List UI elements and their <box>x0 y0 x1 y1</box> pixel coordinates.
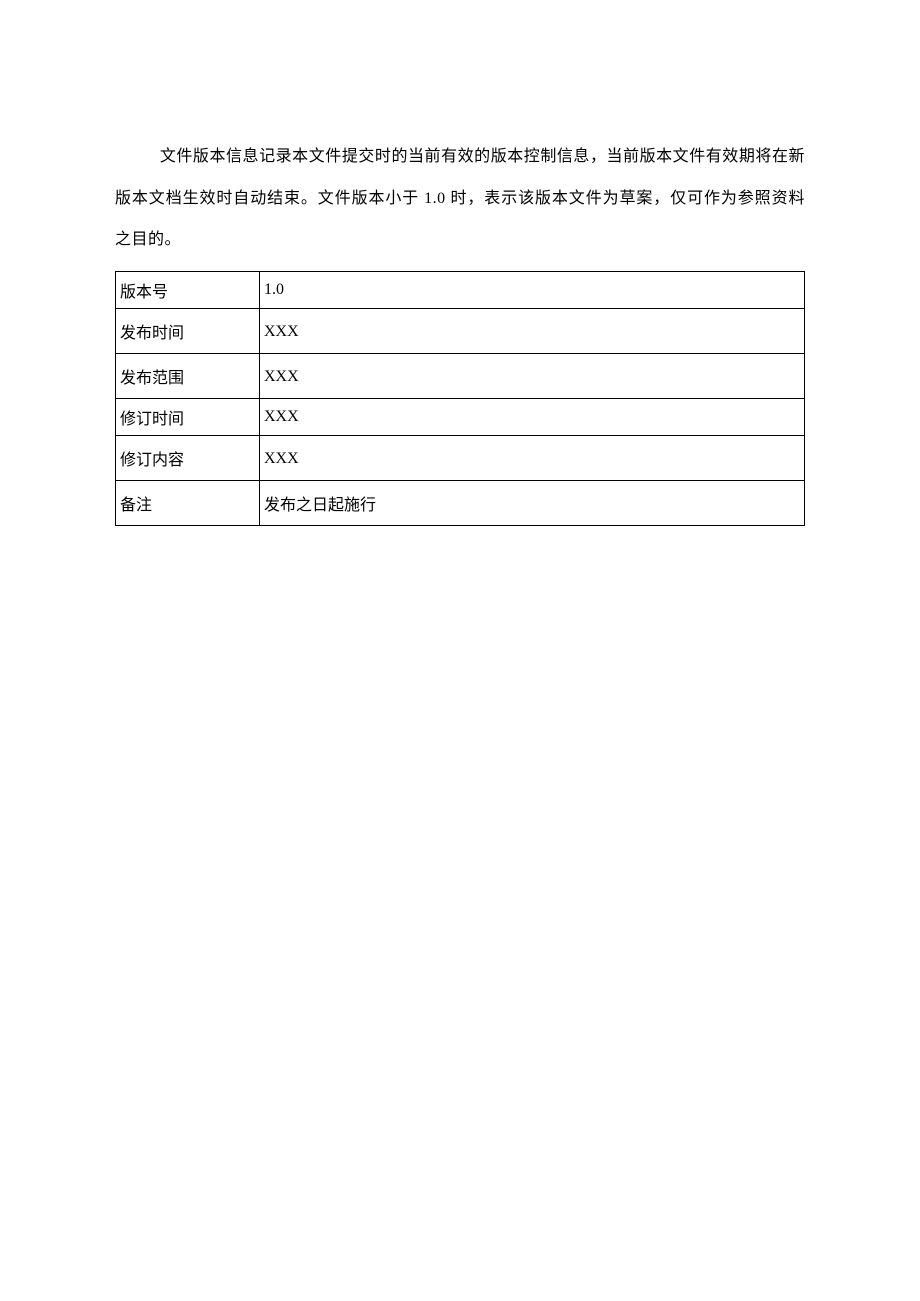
version-info-table: 版本号 1.0 发布时间 XXX 发布范围 XXX 修订时间 XXX 修订内容 … <box>115 271 805 526</box>
row-value-remark: 发布之日起施行 <box>260 480 805 525</box>
row-value-revision-content: XXX <box>260 435 805 480</box>
row-label-publish-time: 发布时间 <box>116 308 260 353</box>
row-label-revision-content: 修订内容 <box>116 435 260 480</box>
row-value-revision-time: XXX <box>260 398 805 435</box>
row-value-publish-time: XXX <box>260 308 805 353</box>
row-value-publish-scope: XXX <box>260 353 805 398</box>
row-label-version-number: 版本号 <box>116 271 260 308</box>
intro-paragraph: 文件版本信息记录本文件提交时的当前有效的版本控制信息，当前版本文件有效期将在新版… <box>115 136 805 261</box>
table-row: 修订内容 XXX <box>116 435 805 480</box>
row-label-remark: 备注 <box>116 480 260 525</box>
table-row: 发布时间 XXX <box>116 308 805 353</box>
table-row: 发布范围 XXX <box>116 353 805 398</box>
intro-text: 文件版本信息记录本文件提交时的当前有效的版本控制信息，当前版本文件有效期将在新版… <box>115 148 805 248</box>
row-label-publish-scope: 发布范围 <box>116 353 260 398</box>
document-page: 文件版本信息记录本文件提交时的当前有效的版本控制信息，当前版本文件有效期将在新版… <box>0 0 920 586</box>
row-label-revision-time: 修订时间 <box>116 398 260 435</box>
row-value-version-number: 1.0 <box>260 271 805 308</box>
table-row: 修订时间 XXX <box>116 398 805 435</box>
table-row: 备注 发布之日起施行 <box>116 480 805 525</box>
table-row: 版本号 1.0 <box>116 271 805 308</box>
